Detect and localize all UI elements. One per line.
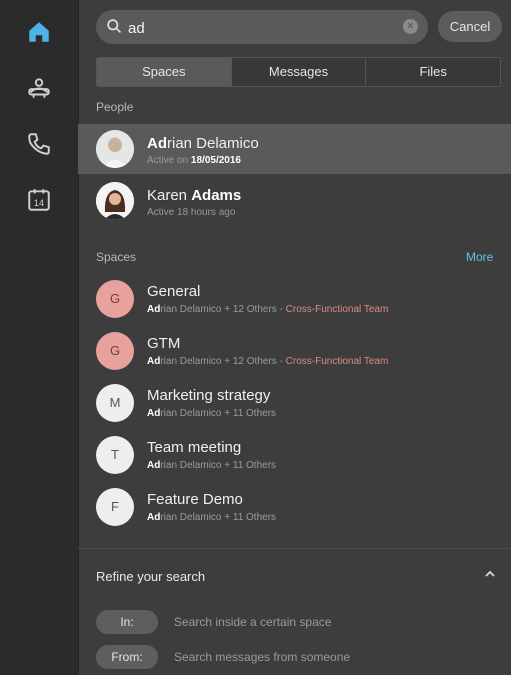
person-photo-icon [96, 182, 134, 220]
tab-messages[interactable]: Messages [232, 58, 367, 86]
nav-calls-button[interactable] [21, 126, 57, 162]
space-members: Adrian Delamico + 12 Others - Cross-Func… [147, 356, 389, 367]
space-avatar: F [96, 488, 134, 526]
clear-search-icon[interactable]: × [403, 19, 418, 34]
space-avatar: G [96, 280, 134, 318]
filter-from-button[interactable]: From: [96, 645, 158, 669]
divider [78, 548, 511, 549]
space-members: Adrian Delamico + 12 Others - Cross-Func… [147, 304, 389, 315]
spaces-heading: Spaces [96, 250, 137, 264]
phone-icon [28, 133, 50, 155]
home-icon [29, 22, 49, 42]
calendar-icon: 14 [28, 189, 50, 211]
tab-files[interactable]: Files [366, 58, 500, 86]
space-row[interactable]: F Feature Demo Adrian Delamico + 11 Othe… [78, 482, 511, 532]
space-title: Team meeting [147, 439, 242, 456]
nav-teams-button[interactable] [21, 70, 57, 106]
person-row[interactable]: Karen Adams Active 18 hours ago [78, 176, 511, 226]
person-name: Karen Adams [147, 187, 242, 204]
cancel-button[interactable]: Cancel [438, 11, 502, 42]
space-row[interactable]: G General Adrian Delamico + 12 Others - … [78, 274, 511, 324]
chevron-up-icon[interactable] [484, 568, 496, 580]
person-photo-icon [96, 130, 134, 168]
search-icon [107, 19, 122, 34]
search-bar[interactable]: × [96, 10, 428, 44]
space-title: General [147, 283, 201, 300]
nav-home-button[interactable] [21, 14, 57, 50]
space-row[interactable]: M Marketing strategy Adrian Delamico + 1… [78, 378, 511, 428]
space-title: GTM [147, 335, 181, 352]
app-window: 14 × Cancel Spaces Messages Files People… [0, 0, 511, 675]
space-avatar: T [96, 436, 134, 474]
avatar [96, 182, 134, 220]
search-scope-tabs: Spaces Messages Files [96, 57, 501, 87]
left-rail: 14 [0, 0, 79, 675]
more-spaces-link[interactable]: More [466, 250, 493, 264]
person-status: Active on 18/05/2016 [147, 155, 241, 166]
nav-calendar-button[interactable]: 14 [21, 182, 57, 218]
filter-from-hint: Search messages from someone [174, 650, 351, 664]
space-row[interactable]: T Team meeting Adrian Delamico + 11 Othe… [78, 430, 511, 480]
space-title: Feature Demo [147, 491, 243, 508]
space-members: Adrian Delamico + 11 Others [147, 512, 277, 523]
space-avatar: G [96, 332, 134, 370]
space-title: Marketing strategy [147, 387, 271, 404]
people-heading: People [96, 100, 134, 114]
space-members: Adrian Delamico + 11 Others [147, 460, 277, 471]
person-row[interactable]: Adrian Delamico Active on 18/05/2016 [78, 124, 511, 174]
search-input[interactable] [126, 15, 390, 41]
calendar-day-label: 14 [34, 198, 44, 208]
teams-icon [28, 78, 50, 98]
tab-spaces[interactable]: Spaces [97, 58, 232, 86]
space-members: Adrian Delamico + 11 Others [147, 408, 277, 419]
space-row[interactable]: G GTM Adrian Delamico + 12 Others - Cros… [78, 326, 511, 376]
filter-in-hint: Search inside a certain space [174, 615, 332, 629]
person-name: Adrian Delamico [147, 135, 259, 152]
person-status: Active 18 hours ago [147, 207, 236, 218]
filter-in-button[interactable]: In: [96, 610, 158, 634]
space-avatar: M [96, 384, 134, 422]
refine-search-title: Refine your search [96, 569, 206, 584]
avatar [96, 130, 134, 168]
